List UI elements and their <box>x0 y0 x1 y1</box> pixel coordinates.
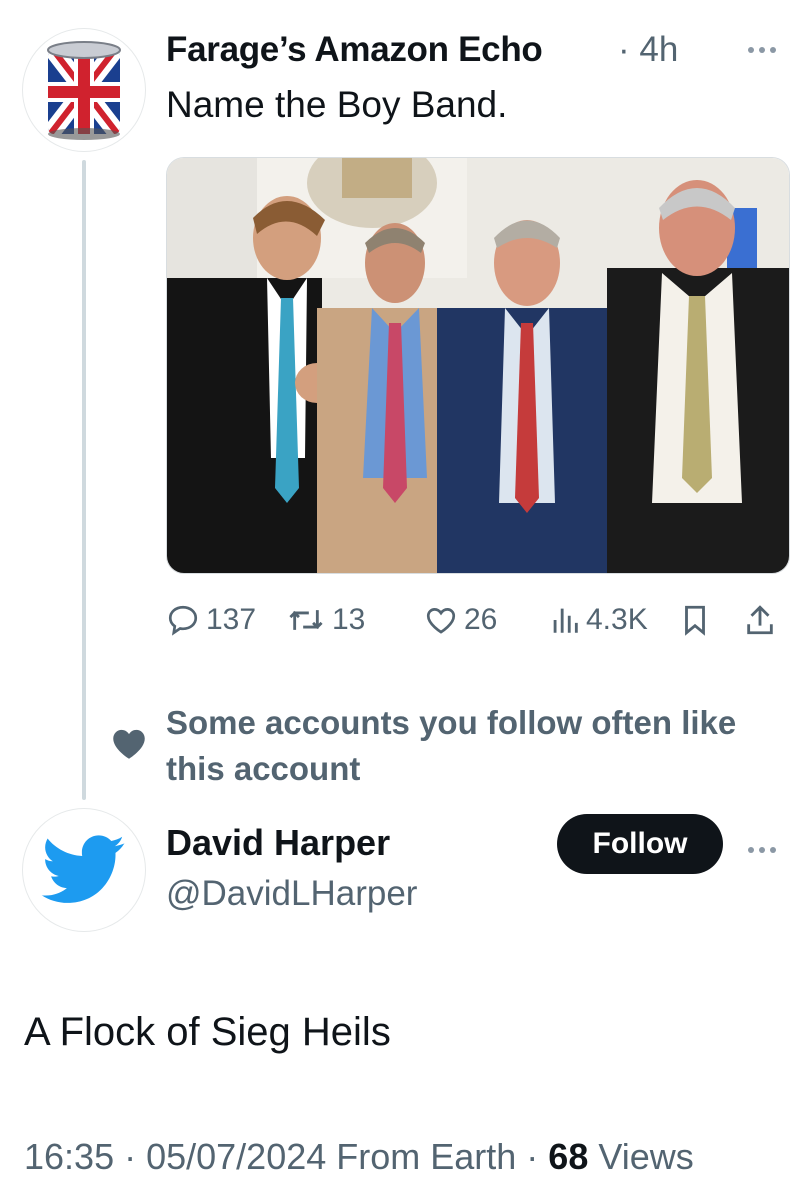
social-context-text: Some accounts you follow often like this… <box>166 704 737 787</box>
reply-text: A Flock of Sieg Heils <box>24 1010 391 1054</box>
follow-button[interactable]: Follow <box>557 814 723 874</box>
suggested-name[interactable]: David Harper <box>166 822 390 864</box>
like-icon <box>426 608 456 634</box>
views-count: 4.3K <box>586 603 648 636</box>
author-name[interactable]: Farage’s Amazon Echo <box>166 30 543 70</box>
share-icon <box>747 605 773 635</box>
thread-line <box>82 160 86 800</box>
views-number: 68 <box>548 1136 589 1177</box>
like-button[interactable]: 26 <box>424 600 497 640</box>
bookmark-icon <box>685 605 705 636</box>
meta-timestamp: 16:35 · 05/07/2024 From Earth · <box>24 1136 549 1177</box>
retweet-icon <box>289 610 323 630</box>
views-label: Views <box>588 1136 694 1177</box>
tweet-time[interactable]: · 4h <box>618 30 678 70</box>
tweet-photo[interactable] <box>166 157 790 574</box>
union-jack-tin-avatar <box>47 41 121 140</box>
reply-count: 137 <box>206 603 257 636</box>
tweet-meta: 16:35 · 05/07/2024 From Earth · 68 Views <box>24 1136 694 1178</box>
views-button[interactable]: 4.3K <box>550 600 648 640</box>
more-icon[interactable] <box>748 840 788 860</box>
bookmark-button[interactable] <box>680 600 710 640</box>
suggested-avatar[interactable] <box>22 808 146 932</box>
retweet-button[interactable]: 13 <box>286 600 365 640</box>
twitter-bird-icon <box>41 835 125 903</box>
like-count: 26 <box>464 603 498 636</box>
author-avatar[interactable] <box>22 28 146 152</box>
heart-icon <box>108 722 150 764</box>
more-icon[interactable] <box>748 40 788 60</box>
reply-button[interactable]: 137 <box>166 600 256 640</box>
retweet-count: 13 <box>332 603 366 636</box>
tweet-text: Name the Boy Band. <box>166 84 508 125</box>
share-button[interactable] <box>744 600 776 640</box>
views-icon <box>553 608 578 633</box>
suggested-handle[interactable]: @DavidLHarper <box>166 874 417 914</box>
reply-icon <box>168 605 198 636</box>
